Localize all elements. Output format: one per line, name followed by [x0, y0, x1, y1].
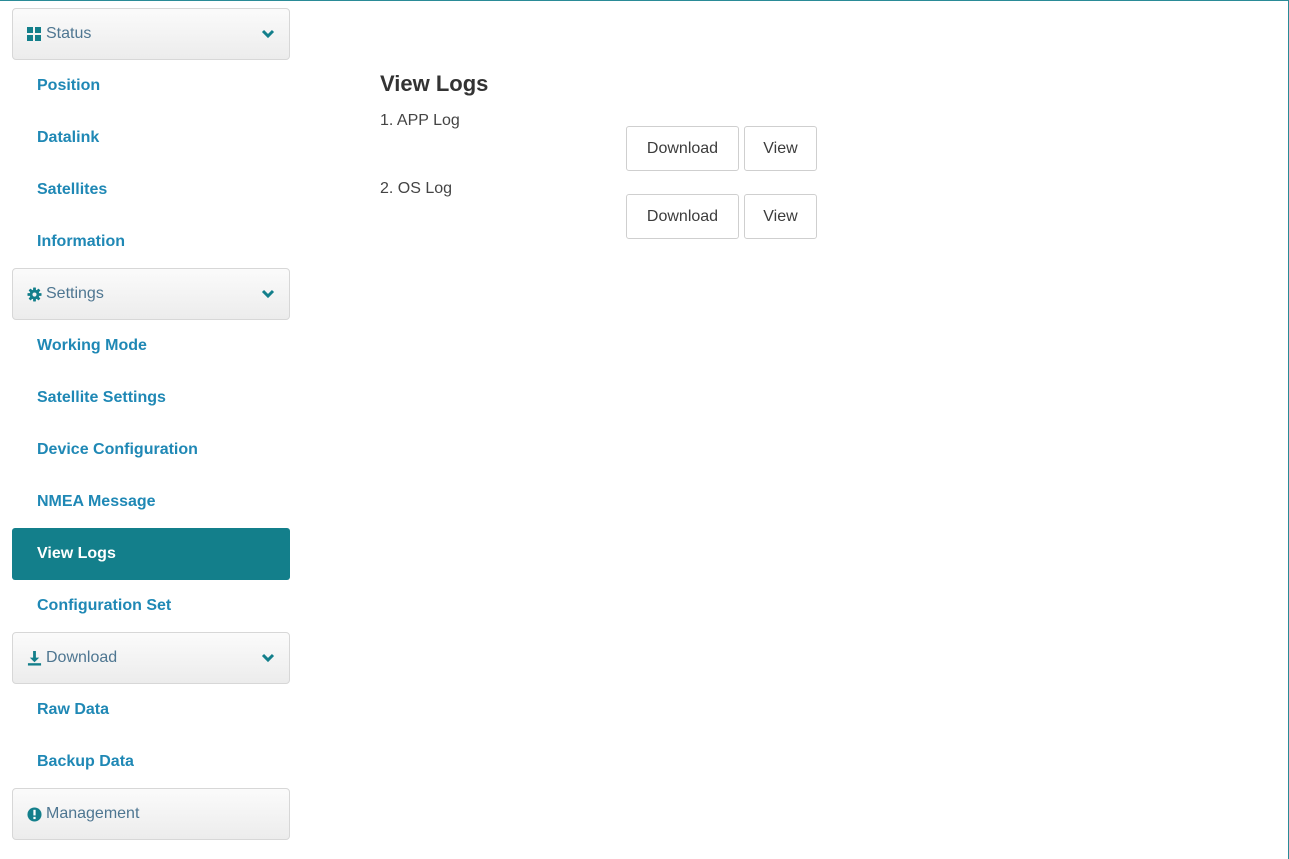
sidebar-item-position[interactable]: Position — [12, 60, 290, 112]
sidebar-item-configuration-set[interactable]: Configuration Set — [12, 580, 290, 632]
sidebar: Status Position Datalink Satellites Info… — [12, 8, 290, 840]
info-circle-icon — [26, 806, 42, 822]
sidebar-item-satellites[interactable]: Satellites — [12, 164, 290, 216]
sidebar-item-device-configuration[interactable]: Device Configuration — [12, 424, 290, 476]
chevron-down-icon[interactable] — [261, 287, 275, 301]
download-icon — [26, 650, 42, 666]
sidebar-group-management[interactable]: Management — [12, 788, 290, 840]
sidebar-item-raw-data[interactable]: Raw Data — [12, 684, 290, 736]
sidebar-item-datalink[interactable]: Datalink — [12, 112, 290, 164]
log-row-app: 1. APP Log Download View — [380, 102, 817, 171]
chevron-down-icon[interactable] — [261, 651, 275, 665]
grid-icon — [26, 26, 42, 42]
sidebar-group-settings[interactable]: Settings — [12, 268, 290, 320]
sidebar-item-nmea-message[interactable]: NMEA Message — [12, 476, 290, 528]
log-row-os: 2. OS Log Download View — [380, 170, 817, 239]
sidebar-group-label: Management — [46, 805, 140, 822]
view-app-log-button[interactable]: View — [744, 126, 817, 171]
gear-icon — [26, 286, 42, 302]
sidebar-item-view-logs[interactable]: View Logs — [12, 528, 290, 580]
sidebar-group-label: Download — [46, 649, 118, 666]
log-label: 1. APP Log — [380, 112, 460, 129]
view-os-log-button[interactable]: View — [744, 194, 817, 239]
sidebar-item-working-mode[interactable]: Working Mode — [12, 320, 290, 372]
sidebar-group-label: Settings — [46, 285, 104, 302]
sidebar-group-status[interactable]: Status — [12, 8, 290, 60]
sidebar-group-download[interactable]: Download — [12, 632, 290, 684]
download-app-log-button[interactable]: Download — [626, 126, 739, 171]
sidebar-item-backup-data[interactable]: Backup Data — [12, 736, 290, 788]
sidebar-item-information[interactable]: Information — [12, 216, 290, 268]
main-content: View Logs 1. APP Log Download View 2. OS… — [380, 66, 817, 239]
sidebar-group-label: Status — [46, 25, 92, 42]
log-label: 2. OS Log — [380, 180, 453, 197]
sidebar-item-satellite-settings[interactable]: Satellite Settings — [12, 372, 290, 424]
page-title: View Logs — [380, 71, 489, 96]
chevron-down-icon[interactable] — [261, 27, 275, 41]
download-os-log-button[interactable]: Download — [626, 194, 739, 239]
